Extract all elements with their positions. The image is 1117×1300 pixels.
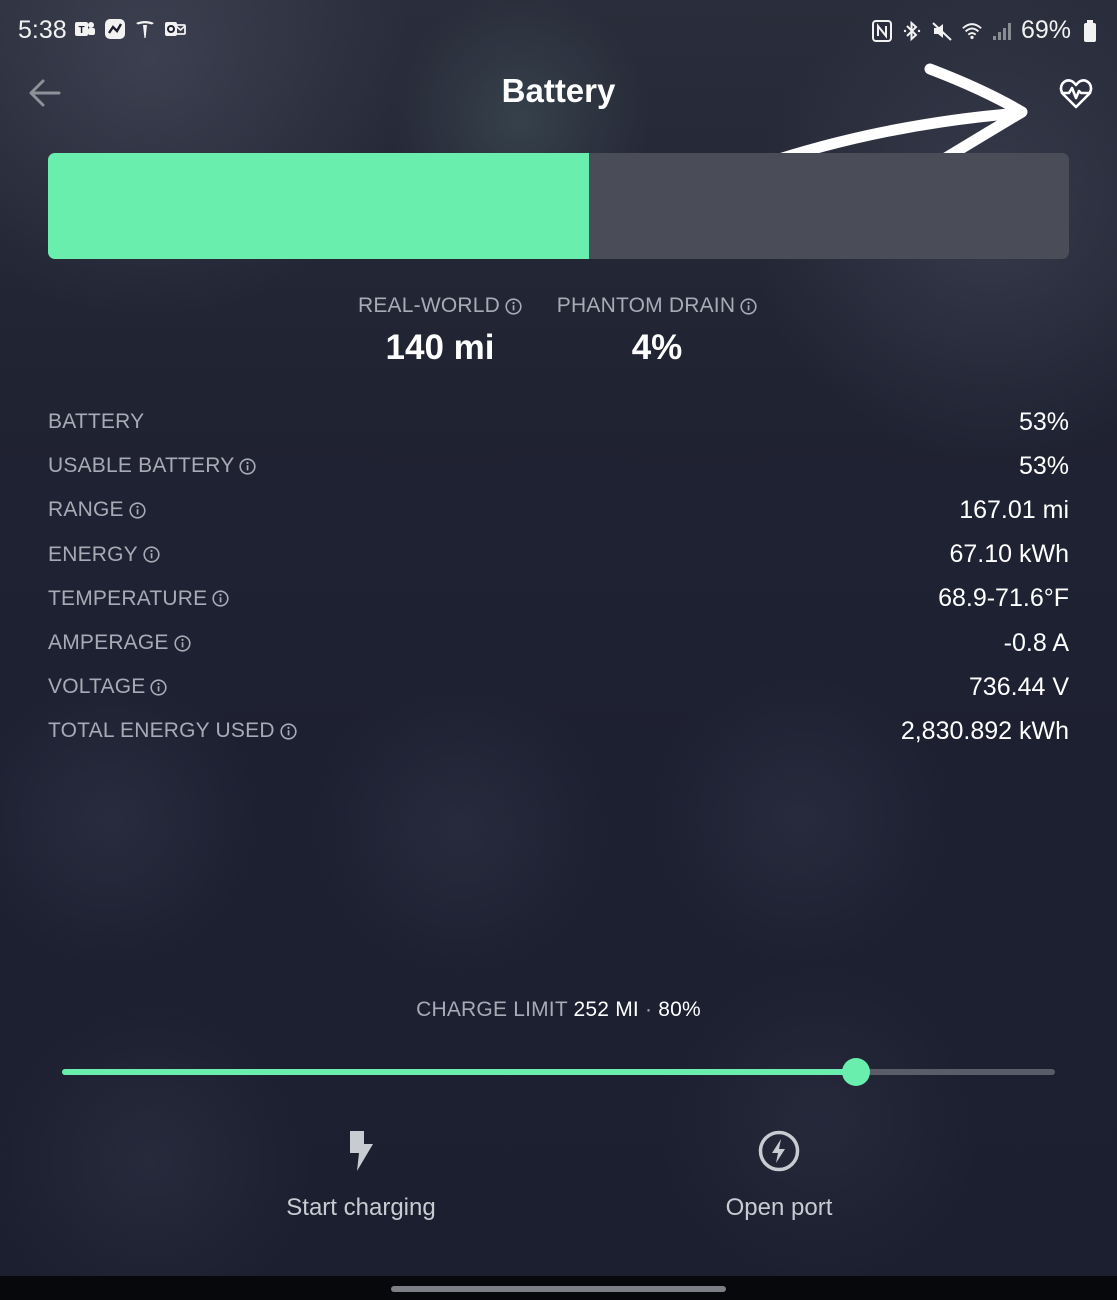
detail-value-range: 167.01 mi — [959, 495, 1069, 524]
battery-screen: 5:38 T 69% Battery REAL-WORLD 140 mi PHA… — [0, 0, 1117, 1300]
battery-level-fill — [48, 153, 590, 259]
info-icon[interactable] — [212, 590, 229, 607]
detail-row-battery: BATTERY 53% — [48, 400, 1069, 444]
charge-limit-miles: 252 MI — [573, 998, 639, 1021]
detail-label-text: BATTERY — [48, 410, 145, 434]
status-right: 69% — [871, 16, 1101, 45]
detail-label-text: TEMPERATURE — [48, 586, 208, 610]
status-battery-percent: 69% — [1020, 16, 1071, 44]
wifi-icon — [961, 19, 983, 43]
open-port-label: Open port — [725, 1194, 833, 1221]
real-world-label-row: REAL-WORLD — [358, 294, 522, 318]
detail-label-range: RANGE — [48, 498, 146, 522]
heart-pulse-icon — [1059, 79, 1093, 109]
real-world-value: 140 mi — [385, 328, 495, 367]
signal-icon — [991, 19, 1013, 43]
info-icon[interactable] — [740, 297, 757, 315]
status-bar: 5:38 T 69% — [0, 0, 1117, 62]
detail-label-text: ENERGY — [48, 542, 138, 566]
info-icon[interactable] — [239, 458, 257, 475]
status-app-icons: T — [74, 18, 186, 40]
detail-row-total-energy-used: TOTAL ENERGY USED 2,830.892 kWh — [48, 709, 1069, 753]
detail-label-text: USABLE BATTERY — [48, 454, 235, 478]
detail-label-text: VOLTAGE — [48, 675, 146, 699]
tesla-icon — [134, 18, 156, 40]
home-indicator[interactable] — [391, 1286, 726, 1292]
detail-label-text: TOTAL ENERGY USED — [48, 719, 275, 743]
bluetooth-icon — [901, 19, 923, 43]
mute-icon — [931, 19, 953, 43]
detail-value-usable-battery: 53% — [1018, 451, 1069, 480]
outlook-icon — [164, 18, 186, 40]
info-icon[interactable] — [143, 546, 160, 563]
slider-thumb[interactable] — [842, 1058, 871, 1086]
detail-row-temperature: TEMPERATURE 68.9-71.6°F — [48, 577, 1069, 621]
detail-label-usable-battery: USABLE BATTERY — [48, 454, 257, 478]
charge-limit-separator: · — [644, 998, 653, 1021]
detail-label-text: AMPERAGE — [48, 631, 169, 655]
detail-label-amperage: AMPERAGE — [48, 631, 191, 655]
system-nav-bar — [0, 1276, 1117, 1300]
battery-health-button[interactable] — [1056, 74, 1096, 114]
detail-row-range: RANGE 167.01 mi — [48, 488, 1069, 532]
lightning-bolt-icon — [336, 1126, 386, 1176]
real-world-stat: REAL-WORLD 140 mi — [340, 294, 540, 368]
detail-label-text: RANGE — [48, 498, 124, 522]
detail-value-amperage: -0.8 A — [1003, 628, 1069, 657]
detail-row-usable-battery: USABLE BATTERY 53% — [48, 444, 1069, 488]
charge-limit-slider[interactable] — [62, 1058, 1055, 1086]
detail-row-voltage: VOLTAGE 736.44 V — [48, 665, 1069, 709]
detail-label-battery: BATTERY — [48, 410, 144, 434]
battery-details-list: BATTERY 53% USABLE BATTERY 53% RANGE 167… — [48, 400, 1069, 754]
svg-text:T: T — [78, 25, 84, 36]
phantom-drain-label-row: PHANTOM DRAIN — [557, 294, 757, 318]
detail-row-energy: ENERGY 67.10 kWh — [48, 533, 1069, 577]
detail-value-total-energy-used: 2,830.892 kWh — [900, 716, 1069, 745]
info-icon[interactable] — [174, 634, 191, 652]
detail-row-amperage: AMPERAGE -0.8 A — [48, 621, 1069, 665]
phantom-drain-label: PHANTOM DRAIN — [556, 294, 736, 317]
phantom-drain-value: 4% — [631, 328, 683, 367]
charge-limit-percent: 80% — [658, 998, 701, 1021]
open-port-button[interactable]: Open port — [649, 1126, 909, 1222]
detail-label-energy: ENERGY — [48, 543, 160, 567]
status-time: 5:38 — [18, 16, 67, 44]
info-icon[interactable] — [505, 297, 522, 315]
detail-label-voltage: VOLTAGE — [48, 675, 168, 699]
teams-icon: T — [74, 18, 96, 40]
info-icon[interactable] — [280, 723, 297, 740]
start-charging-label: Start charging — [286, 1194, 436, 1221]
charge-limit-label: CHARGE LIMIT 252 MI · 80% — [0, 998, 1117, 1022]
detail-label-total-energy-used: TOTAL ENERGY USED — [48, 719, 297, 743]
nfc-icon — [871, 19, 893, 43]
real-world-label: REAL-WORLD — [357, 294, 501, 317]
charge-limit-title: CHARGE LIMIT — [416, 998, 568, 1021]
detail-value-voltage: 736.44 V — [968, 672, 1069, 701]
battery-status-icon — [1079, 19, 1101, 43]
trend-app-icon — [104, 18, 126, 40]
detail-value-energy: 67.10 kWh — [949, 540, 1069, 569]
slider-fill — [62, 1069, 857, 1075]
info-icon[interactable] — [129, 502, 146, 519]
detail-value-battery: 53% — [1018, 407, 1069, 436]
phantom-drain-stat: PHANTOM DRAIN 4% — [548, 294, 766, 368]
start-charging-button[interactable]: Start charging — [231, 1126, 491, 1222]
detail-label-temperature: TEMPERATURE — [48, 587, 229, 611]
info-icon[interactable] — [150, 679, 168, 696]
charge-port-icon — [754, 1126, 804, 1176]
detail-value-temperature: 68.9-71.6°F — [938, 584, 1069, 613]
battery-level-bar — [48, 153, 1069, 259]
